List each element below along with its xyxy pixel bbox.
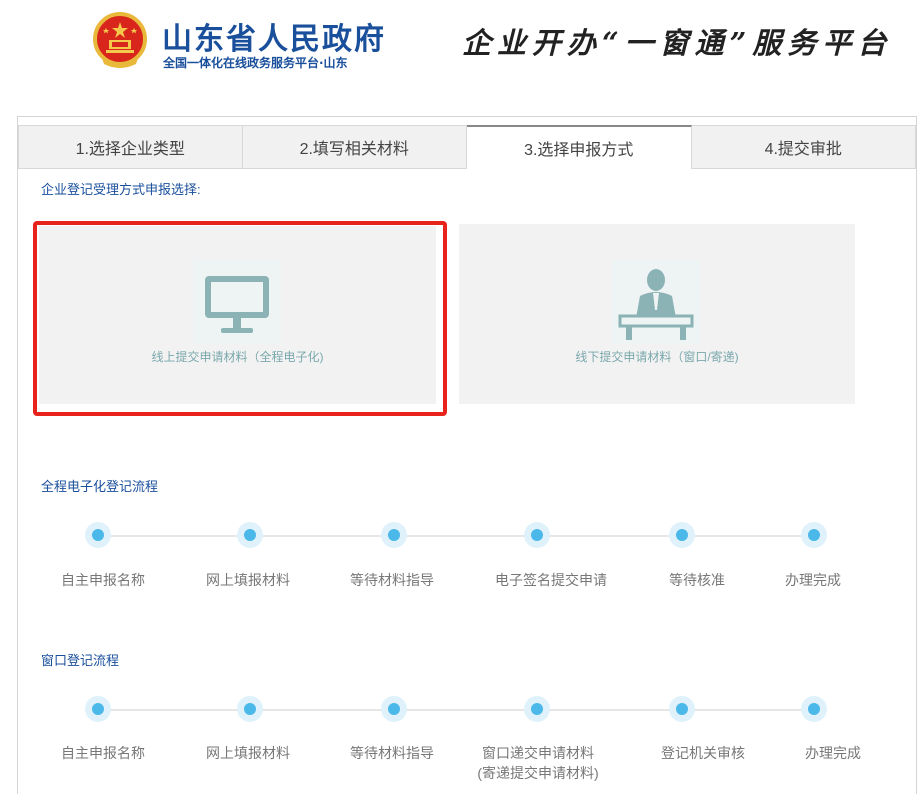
window-step-label: 等待材料指导 (350, 745, 434, 761)
online-flow-title: 全程电子化登记流程 (41, 479, 159, 494)
online-step-label: 网上填报材料 (206, 572, 290, 588)
online-step-label: 等待材料指导 (350, 572, 434, 588)
online-step-node (524, 522, 550, 548)
window-flow-line (98, 709, 816, 711)
org-name: 山东省人民政府 (162, 22, 386, 57)
application-panel: 1.选择企业类型 2.填写相关材料 3.选择申报方式 4.提交审批 (17, 116, 917, 794)
window-step-node (85, 696, 111, 722)
clerk-icon (618, 269, 694, 340)
window-step-label: 办理完成 (805, 745, 861, 761)
online-step-label: 办理完成 (785, 572, 841, 588)
online-step-node (381, 522, 407, 548)
online-flow-line (98, 535, 816, 537)
step-tabs: 1.选择企业类型 2.填写相关材料 3.选择申报方式 4.提交审批 (18, 125, 916, 169)
window-step-node (669, 696, 695, 722)
offline-icon-tile (612, 260, 700, 344)
online-step-label: 自主申报名称 (61, 572, 145, 588)
window-step-node (381, 696, 407, 722)
platform-slogan: 企业开办“一窗通”服务平台 (462, 26, 893, 60)
online-step-label: 电子签名提交申请 (495, 572, 607, 588)
tab-select-company-type[interactable]: 1.选择企业类型 (18, 125, 243, 169)
national-emblem-icon (93, 12, 147, 68)
org-subtitle: 全国一体化在线政务服务平台·山东 (163, 56, 348, 70)
online-step-node (237, 522, 263, 548)
tab-select-method[interactable]: 3.选择申报方式 (467, 125, 692, 169)
window-step-note: (寄递提交申请材料) (477, 765, 599, 781)
online-step-node (669, 522, 695, 548)
online-step-node (85, 522, 111, 548)
offline-submission-option[interactable]: 线下提交申请材料（窗口/寄递) (459, 224, 855, 404)
window-step-node (524, 696, 550, 722)
online-step-node (801, 522, 827, 548)
window-step-node (237, 696, 263, 722)
tab-fill-materials[interactable]: 2.填写相关材料 (242, 125, 467, 169)
online-step-label: 等待核准 (669, 572, 725, 588)
window-step-label: 窗口递交申请材料 (482, 745, 594, 761)
window-step-label: 登记机关审核 (661, 745, 745, 761)
window-step-node (801, 696, 827, 722)
tab-submit-approval[interactable]: 4.提交审批 (691, 125, 916, 169)
window-step-label: 自主申报名称 (61, 745, 145, 761)
method-section-label: 企业登记受理方式申报选择: (41, 182, 201, 197)
site-header: 山东省人民政府 全国一体化在线政务服务平台·山东 企业开办“一窗通”服务平台 (0, 0, 921, 90)
window-step-label: 网上填报材料 (206, 745, 290, 761)
window-flow-title: 窗口登记流程 (41, 653, 120, 668)
offline-option-label: 线下提交申请材料（窗口/寄递) (575, 350, 739, 364)
selected-option-highlight (33, 221, 447, 416)
